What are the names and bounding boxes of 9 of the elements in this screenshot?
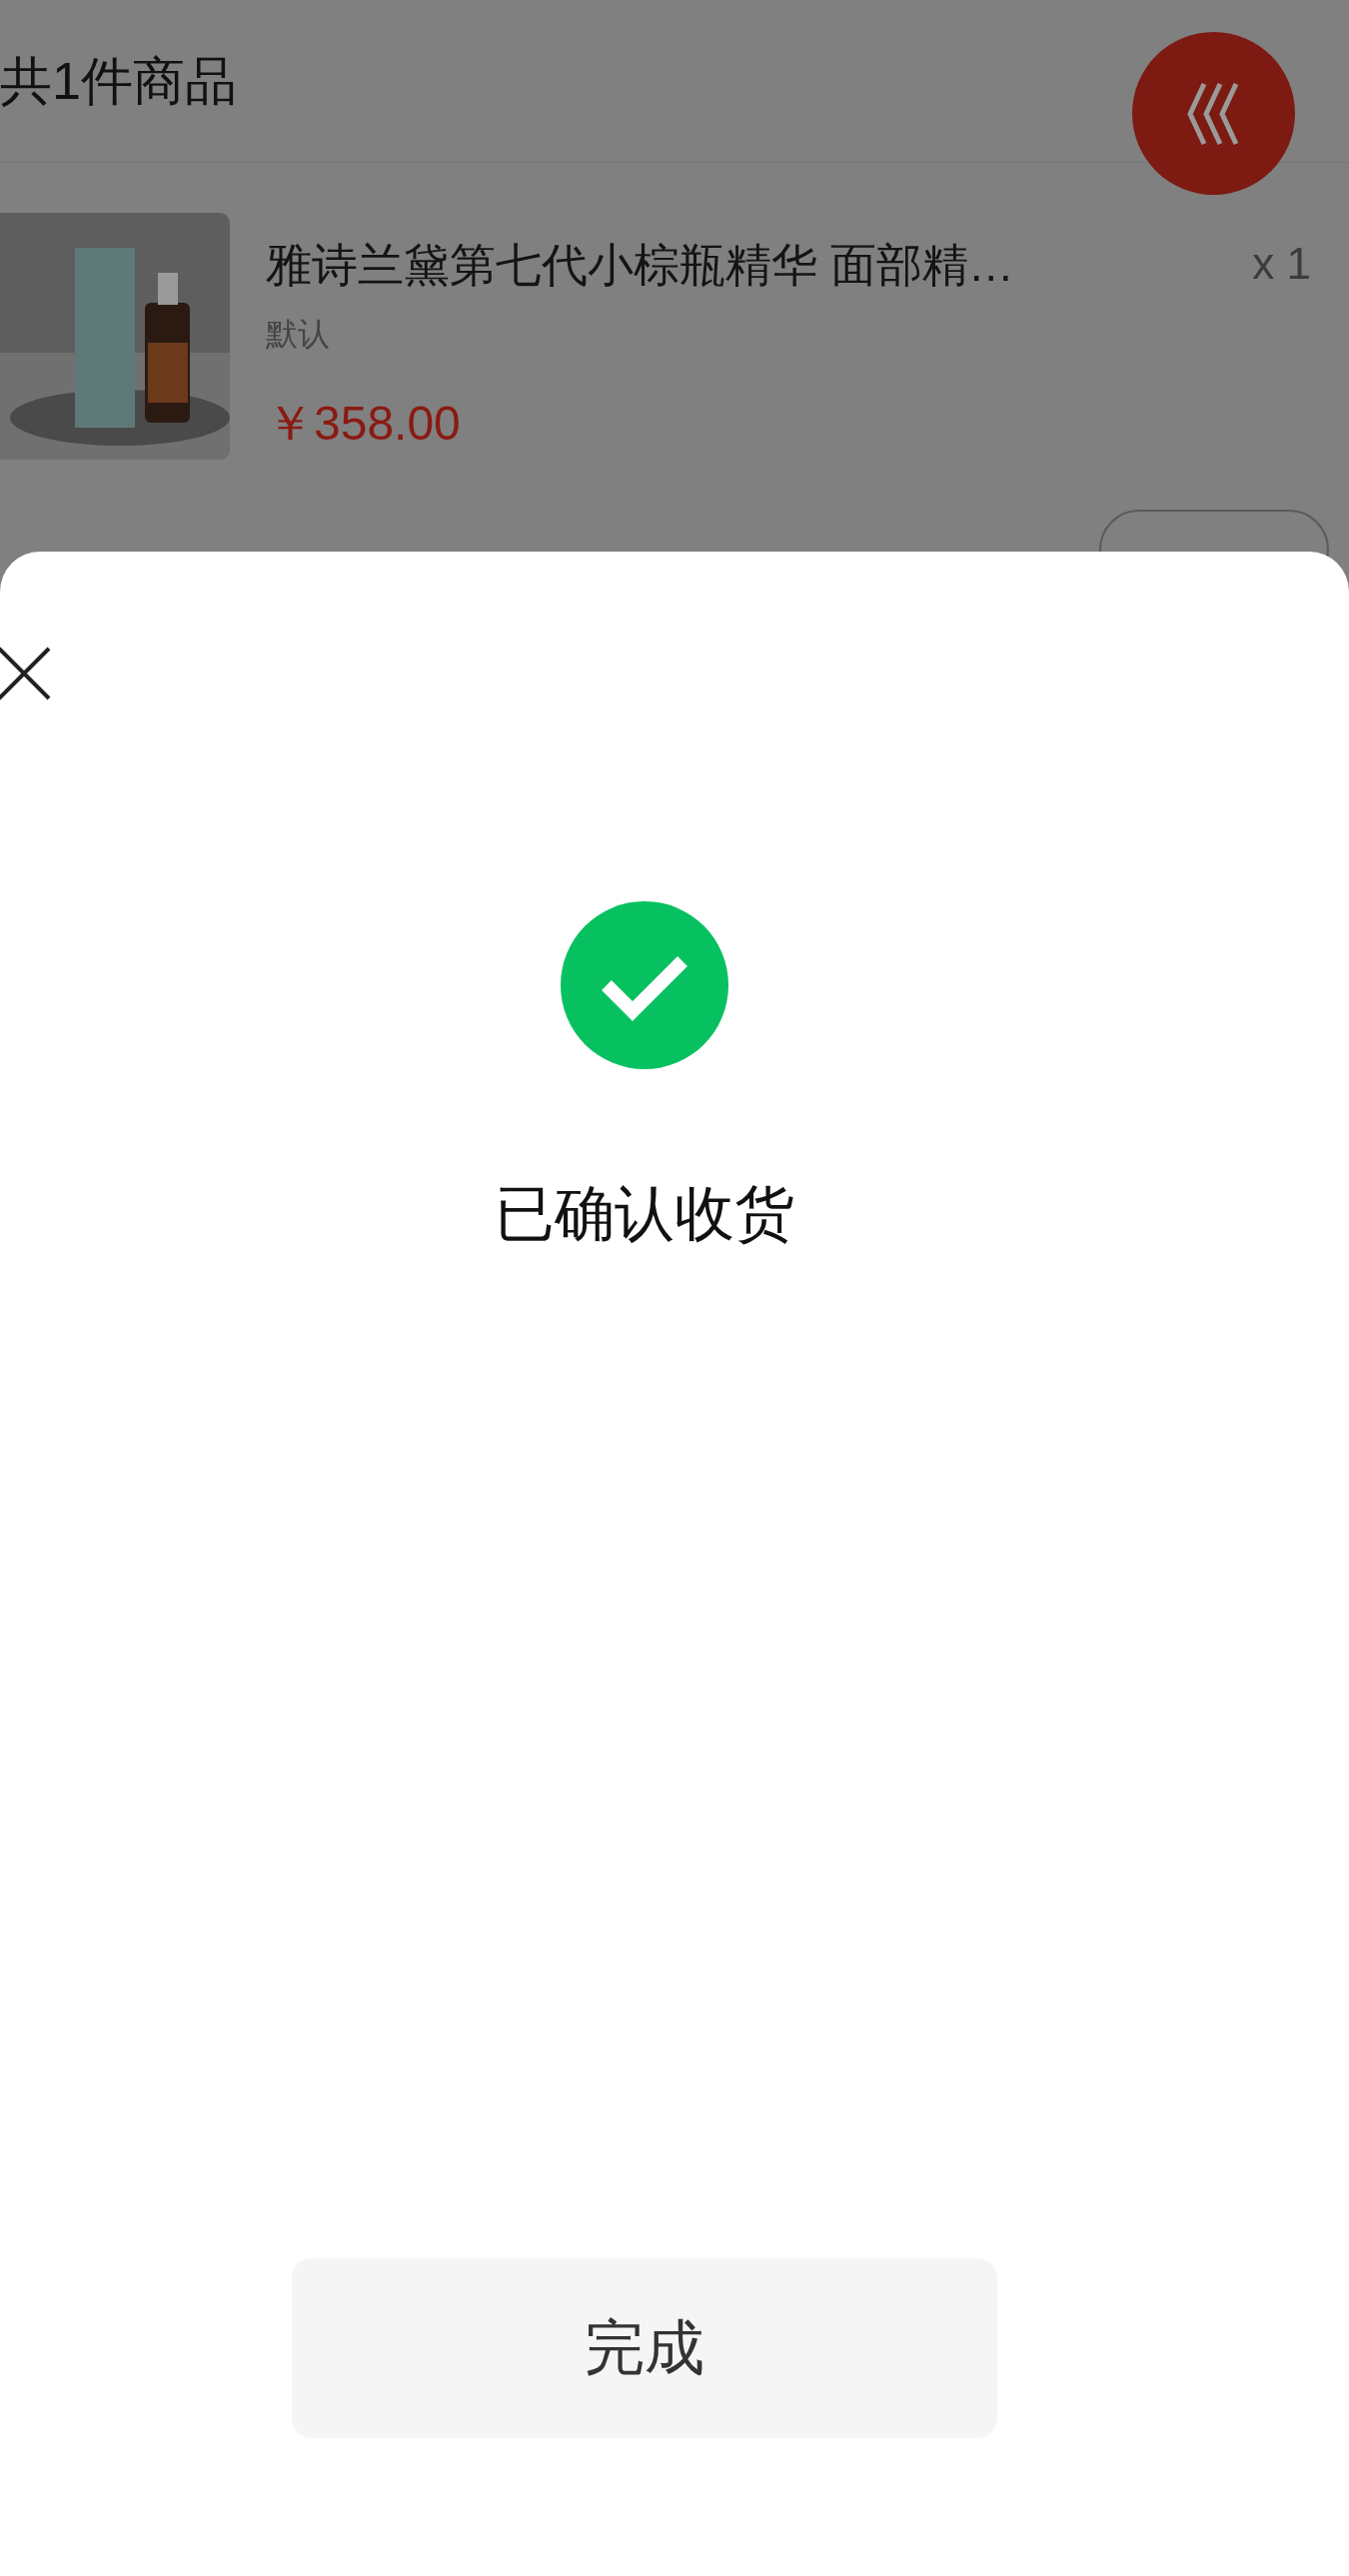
quantity: x 1 <box>1252 238 1311 290</box>
close-icon[interactable] <box>0 645 52 701</box>
success-check-icon <box>561 901 728 1069</box>
product-variant: 默认 <box>266 315 330 354</box>
price: ￥358.00 <box>266 396 461 452</box>
success-message: 已确认收货 <box>495 1179 794 1249</box>
product-title: 雅诗兰黛第七代小棕瓶精华 面部精… <box>266 238 1014 293</box>
item-count: 共1件商品 <box>0 51 237 112</box>
done-button[interactable]: 完成 <box>292 2258 997 2438</box>
